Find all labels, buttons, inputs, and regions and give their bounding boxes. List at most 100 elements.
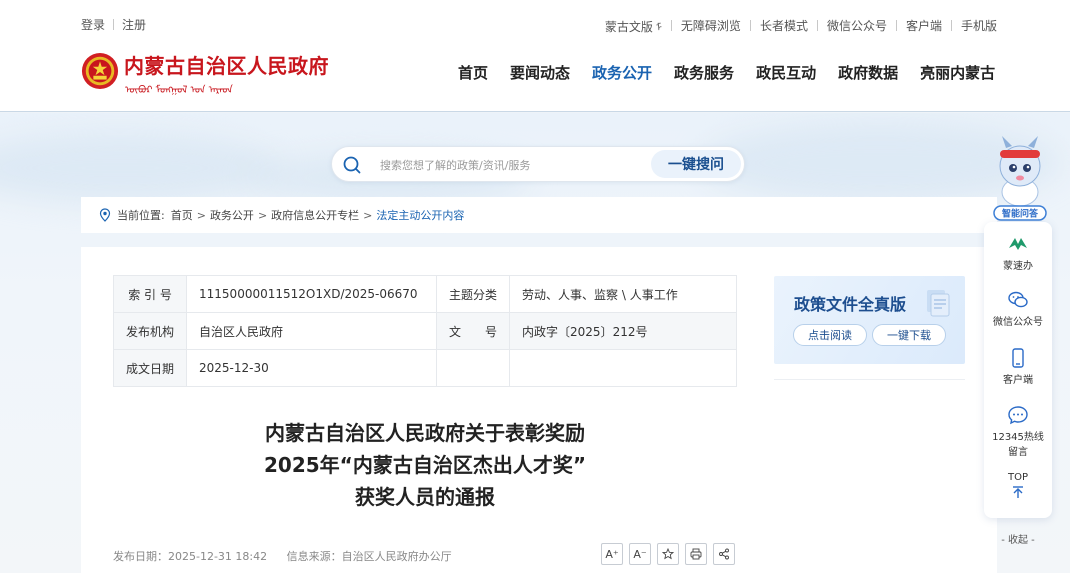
breadcrumb-item-info-column[interactable]: 政府信息公开专栏 [271,207,359,223]
breadcrumb-item-home[interactable]: 首页 [171,207,193,223]
star-icon [662,548,674,560]
policy-full-text-card: 政策文件全真版 点击阅读 一键下载 [774,276,965,364]
smart-assistant-mascot[interactable]: 智能问答 [990,134,1050,222]
back-to-top-button[interactable]: TOP [984,472,1052,502]
document-title: 内蒙古自治区人民政府关于表彰奖励 2025年“内蒙古自治区杰出人才奖” 获奖人员… [113,417,737,513]
float-item-label: 微信公众号 [993,317,1043,328]
float-item-label: 客户端 [1003,375,1033,386]
breadcrumb-separator: > [257,208,268,222]
download-button[interactable]: 一键下载 [872,324,946,346]
accessibility-link[interactable]: 无障碍浏览 [681,17,741,34]
document-publish-info: 发布日期：2025-12-31 18:42 信息来源：自治区人民政府办公厅 [113,548,452,564]
index-number-label: 索 引 号 [112,275,188,313]
float-item-label: 12345热线 [992,432,1044,443]
client-app-link[interactable]: 客户端 [906,17,942,34]
register-link[interactable]: 注册 [122,16,146,33]
document-number-label: 文 号 [436,312,511,350]
floating-toolbar: 蒙速办 微信公众号 客户端 12345热线 留言 TOP [984,222,1052,518]
document-stack-icon [927,290,950,317]
breadcrumb-separator: > [196,208,206,222]
share-button[interactable] [713,543,735,565]
site-logo[interactable]: 内蒙古自治区人民政府 ᠥᠪᠥᠷ ᠮᠣᠩᠭᠣᠯ ᠤᠨ ᠠᠷᠠᠳ [81,50,331,96]
empty-cell [436,349,511,387]
site-title: 内蒙古自治区人民政府 [124,54,329,78]
wechat-icon [1008,291,1028,308]
breadcrumb-prefix: 当前位置: [117,209,165,222]
nav-beautiful-inner-mongolia[interactable]: 亮丽内蒙古 [920,62,995,83]
login-link[interactable]: 登录 [81,16,105,33]
nav-gov-services[interactable]: 政务服务 [674,62,734,83]
utility-links: 蒙古文版 ᠮ 无障碍浏览 长者模式 微信公众号 客户端 手机版 [605,16,997,35]
wechat-item[interactable]: 微信公众号 [984,290,1052,328]
arrow-up-icon [1013,486,1023,498]
font-decrease-button[interactable]: A⁻ [629,543,651,565]
read-button[interactable]: 点击阅读 [793,324,867,346]
topic-category-value: 劳动、人事、监察 \ 人事工作 [509,275,737,313]
table-row: 成文日期 2025-12-30 [112,349,737,387]
info-source: 信息来源：自治区人民政府办公厅 [286,550,452,563]
mascot-icon: 智能问答 [993,136,1047,221]
mobile-phone-icon [1012,348,1024,368]
nav-news[interactable]: 要闻动态 [510,62,570,83]
link-divider [749,20,751,31]
mongolian-version-link[interactable]: 蒙古文版 ᠮ [605,16,662,35]
publisher-value: 自治区人民政府 [186,312,438,350]
breadcrumb-item-gov-open[interactable]: 政务公开 [210,207,254,223]
wechat-account-link[interactable]: 微信公众号 [827,17,887,34]
main-nav: 首页 要闻动态 政务公开 政务服务 政民互动 政府数据 亮丽内蒙古 [458,62,995,83]
nav-home[interactable]: 首页 [458,62,488,83]
promo-title: 政策文件全真版 [794,295,907,314]
mengsuban-icon [1009,238,1027,250]
topic-category-label: 主题分类 [436,275,511,313]
collapse-toolbar-button[interactable]: - 收起 - [996,531,1040,546]
font-increase-button[interactable]: A⁺ [601,543,623,565]
favorite-button[interactable] [657,543,679,565]
table-row: 索 引 号 11150000011512O1XD/2025-06670 主题分类… [112,275,737,313]
account-links: 登录 注册 [81,16,146,33]
chat-bubble-icon [1008,406,1028,425]
breadcrumb: 当前位置: 首页 > 政务公开 > 政府信息公开专栏 > 法定主动公开内容 [81,197,997,233]
float-item-label: 蒙速办 [1003,261,1033,272]
nav-gov-data[interactable]: 政府数据 [838,62,898,83]
written-date-label: 成文日期 [112,349,188,387]
document-title-line: 内蒙古自治区人民政府关于表彰奖励 [265,421,585,445]
mascot-badge-label: 智能问答 [1002,208,1039,220]
hotline-message-item[interactable]: 12345热线 留言 [984,405,1052,458]
mobile-version-link[interactable]: 手机版 [961,17,997,34]
share-icon [719,548,729,560]
top-label: TOP [1007,472,1028,483]
link-divider [895,20,897,31]
search-bar: 一键搜问 [331,146,745,182]
client-app-item[interactable]: 客户端 [984,348,1052,386]
document-meta-table: 索 引 号 11150000011512O1XD/2025-06670 主题分类… [112,275,737,387]
national-emblem-icon [81,52,119,90]
mengsuban-item[interactable]: 蒙速办 [984,234,1052,272]
divider [774,379,965,380]
link-divider [950,20,952,31]
nav-gov-affairs-open[interactable]: 政务公开 [592,62,652,83]
printer-icon [690,548,702,560]
search-button[interactable]: 一键搜问 [651,150,741,178]
table-row: 发布机构 自治区人民政府 文 号 内政字〔2025〕212号 [112,312,737,350]
mongolian-script-glyph: ᠮ [655,23,662,34]
article-toolbar: A⁺ A⁻ [601,543,741,565]
index-number-value: 11150000011512O1XD/2025-06670 [186,275,438,313]
search-icon[interactable] [342,155,362,175]
search-input[interactable] [380,155,640,175]
print-button[interactable] [685,543,707,565]
nav-interaction[interactable]: 政民互动 [756,62,816,83]
publish-date: 发布日期：2025-12-31 18:42 [113,550,268,563]
breadcrumb-separator: > [363,208,373,222]
elder-mode-link[interactable]: 长者模式 [760,17,808,34]
publisher-label: 发布机构 [112,312,188,350]
link-divider [816,20,818,31]
article-panel: 索 引 号 11150000011512O1XD/2025-06670 主题分类… [81,247,997,573]
written-date-value: 2025-12-30 [186,349,438,387]
link-divider [670,20,672,31]
empty-cell [509,349,737,387]
breadcrumb-current[interactable]: 法定主动公开内容 [376,207,464,223]
location-pin-icon [99,208,111,222]
background-cloud [0,133,280,203]
link-divider [113,19,115,30]
float-item-label: 留言 [1008,447,1028,458]
